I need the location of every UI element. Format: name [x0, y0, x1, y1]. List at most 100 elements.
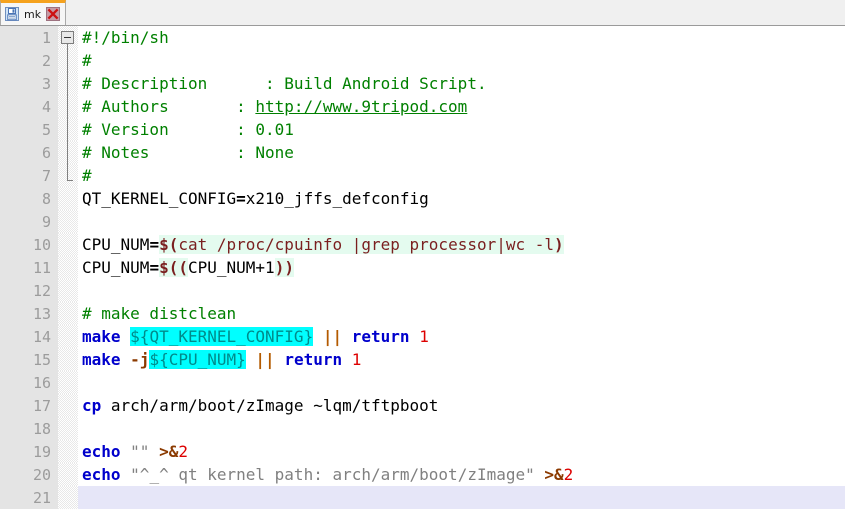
fold-margin[interactable] — [58, 486, 78, 509]
code-token-pipe: || — [322, 327, 343, 346]
code-line[interactable]: 19 echo "" >&2 — [0, 440, 845, 463]
fold-margin[interactable] — [58, 118, 78, 141]
code-line[interactable]: 4 # Authors : http://www.9tripod.com — [0, 95, 845, 118]
code-token-str: "^_^ qt kernel path: arch/arm/boot/zImag… — [130, 465, 535, 484]
code-token-plain: CPU_NUM+1 — [187, 258, 275, 277]
code-editor-window: mk 1 #!/bin/sh 2 #3 # Description : Build An… — [0, 0, 845, 513]
code-line[interactable]: 1 #!/bin/sh — [0, 26, 845, 49]
fold-margin[interactable] — [58, 371, 78, 394]
fold-margin[interactable] — [58, 141, 78, 164]
fold-margin[interactable] — [58, 95, 78, 118]
code-line[interactable]: 15 make -j${CPU_NUM} || return 1 — [0, 348, 845, 371]
code-token-subst: ) — [554, 235, 564, 254]
code-token-str: "" — [130, 442, 150, 461]
editor-area[interactable]: 1 #!/bin/sh 2 #3 # Description : Build Andro… — [0, 26, 845, 513]
fold-margin[interactable] — [58, 394, 78, 417]
fold-margin[interactable] — [58, 463, 78, 486]
fold-margin[interactable] — [58, 302, 78, 325]
code-line[interactable]: 13 # make distclean — [0, 302, 845, 325]
code-line[interactable]: 3 # Description : Build Android Script. — [0, 72, 845, 95]
code-text[interactable]: CPU_NUM=$((CPU_NUM+1)) — [78, 256, 845, 279]
code-text[interactable]: echo "" >&2 — [78, 440, 845, 463]
fold-margin[interactable] — [58, 348, 78, 371]
code-token-substplain: cat /proc/cpuinfo |grep processor|wc -l — [178, 235, 555, 254]
line-number: 18 — [0, 417, 58, 440]
line-number: 20 — [0, 463, 58, 486]
code-text[interactable] — [78, 371, 845, 394]
code-line[interactable]: 16 — [0, 371, 845, 394]
fold-collapse-icon[interactable] — [61, 31, 74, 44]
code-lines: 1 #!/bin/sh 2 #3 # Description : Build Andro… — [0, 26, 845, 509]
code-token-comment: # Authors : — [82, 97, 256, 116]
code-line[interactable]: 7 # — [0, 164, 845, 187]
code-text[interactable]: # — [78, 164, 845, 187]
code-token-subst: )) — [274, 258, 294, 277]
line-number: 15 — [0, 348, 58, 371]
floppy-disk-icon — [5, 7, 19, 21]
fold-margin[interactable] — [58, 26, 78, 49]
fold-margin[interactable] — [58, 49, 78, 72]
code-line[interactable]: 2 # — [0, 49, 845, 72]
code-text[interactable]: # Version : 0.01 — [78, 118, 845, 141]
fold-margin[interactable] — [58, 164, 78, 187]
code-line[interactable]: 9 — [0, 210, 845, 233]
close-icon[interactable] — [46, 7, 61, 21]
code-token-op: >& — [544, 465, 564, 484]
code-text[interactable] — [78, 210, 845, 233]
code-text[interactable]: make ${QT_KERNEL_CONFIG} || return 1 — [78, 325, 845, 348]
code-line[interactable]: 5 # Version : 0.01 — [0, 118, 845, 141]
fold-margin[interactable] — [58, 210, 78, 233]
code-line[interactable]: 21 — [0, 486, 845, 509]
code-text[interactable]: # Description : Build Android Script. — [78, 72, 845, 95]
line-number: 16 — [0, 371, 58, 394]
code-text[interactable]: # Authors : http://www.9tripod.com — [78, 95, 845, 118]
code-text[interactable]: # — [78, 49, 845, 72]
line-number: 7 — [0, 164, 58, 187]
line-number: 6 — [0, 141, 58, 164]
code-text[interactable]: make -j${CPU_NUM} || return 1 — [78, 348, 845, 371]
fold-line — [67, 141, 68, 164]
fold-margin[interactable] — [58, 417, 78, 440]
code-text[interactable] — [78, 486, 845, 509]
fold-margin[interactable] — [58, 72, 78, 95]
line-number: 5 — [0, 118, 58, 141]
code-text[interactable]: # Notes : None — [78, 141, 845, 164]
code-text[interactable]: CPU_NUM=$(cat /proc/cpuinfo |grep proces… — [78, 233, 845, 256]
fold-margin[interactable] — [58, 325, 78, 348]
tab-mk[interactable]: mk — [0, 0, 67, 25]
fold-margin[interactable] — [58, 440, 78, 463]
code-text[interactable] — [78, 279, 845, 302]
fold-margin[interactable] — [58, 279, 78, 302]
code-line[interactable]: 12 — [0, 279, 845, 302]
code-line[interactable]: 11 CPU_NUM=$((CPU_NUM+1)) — [0, 256, 845, 279]
code-token-eq: = — [149, 235, 160, 254]
fold-margin[interactable] — [58, 256, 78, 279]
code-text[interactable]: #!/bin/sh — [78, 26, 845, 49]
code-text[interactable] — [78, 417, 845, 440]
code-text[interactable]: QT_KERNEL_CONFIG=x210_jffs_defconfig — [78, 187, 845, 210]
code-line[interactable]: 6 # Notes : None — [0, 141, 845, 164]
line-number: 14 — [0, 325, 58, 348]
code-text[interactable]: # make distclean — [78, 302, 845, 325]
code-text[interactable]: cp arch/arm/boot/zImage ~lqm/tftpboot — [78, 394, 845, 417]
code-text[interactable]: echo "^_^ qt kernel path: arch/arm/boot/… — [78, 463, 845, 486]
code-line[interactable]: 20 echo "^_^ qt kernel path: arch/arm/boo… — [0, 463, 845, 486]
fold-margin[interactable] — [58, 187, 78, 210]
fold-margin[interactable] — [58, 233, 78, 256]
code-line[interactable]: 14 make ${QT_KERNEL_CONFIG} || return 1 — [0, 325, 845, 348]
code-token-num: 1 — [419, 327, 429, 346]
code-line[interactable]: 8 QT_KERNEL_CONFIG=x210_jffs_defconfig — [0, 187, 845, 210]
code-token-pipe: || — [255, 350, 275, 369]
code-token-kw: echo — [82, 442, 121, 461]
code-line[interactable]: 10 CPU_NUM=$(cat /proc/cpuinfo |grep proc… — [0, 233, 845, 256]
code-token-comment: # Notes : None — [82, 143, 294, 162]
fold-line — [67, 118, 68, 141]
code-line[interactable]: 17 cp arch/arm/boot/zImage ~lqm/tftpboot — [0, 394, 845, 417]
code-line[interactable]: 18 — [0, 417, 845, 440]
code-token-kw: cp — [82, 396, 102, 415]
